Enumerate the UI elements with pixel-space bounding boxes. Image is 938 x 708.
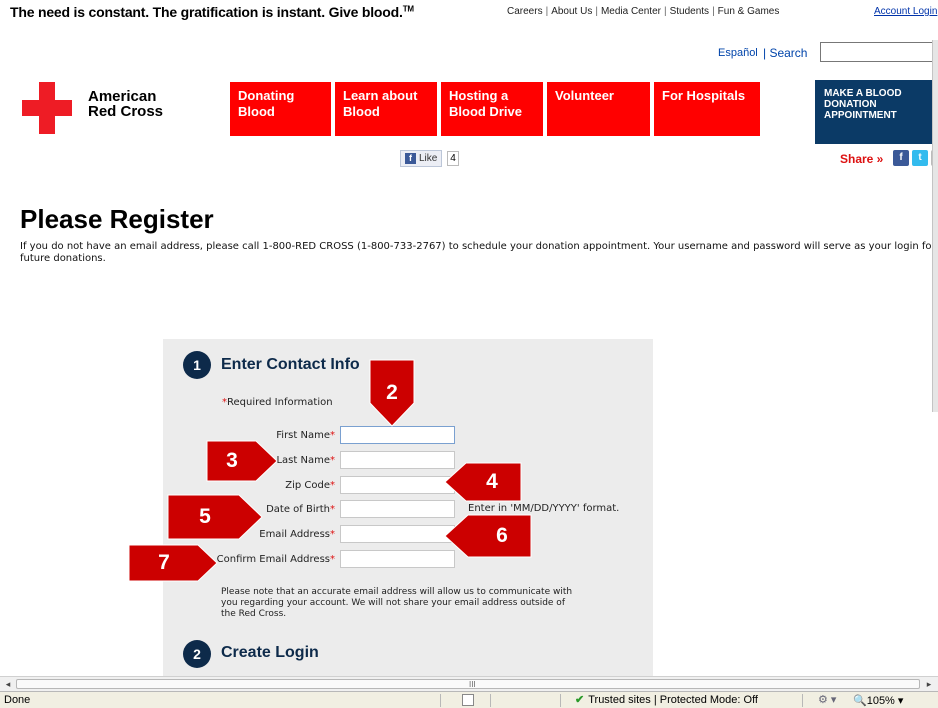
- confirm-email-label: Confirm Email Address*: [216, 554, 335, 565]
- search-link[interactable]: | Search: [763, 46, 807, 60]
- horizontal-scrollbar[interactable]: ◂ III ▸: [0, 676, 938, 691]
- share-label[interactable]: Share »: [840, 152, 883, 166]
- dob-format-hint: Enter in 'MM/DD/YYYY' format.: [468, 503, 620, 514]
- logo-text[interactable]: American Red Cross: [88, 89, 163, 119]
- step-2-title: Create Login: [221, 644, 319, 661]
- facebook-icon: f: [405, 153, 416, 164]
- last-name-input[interactable]: [340, 451, 455, 469]
- zip-code-label: Zip Code*: [285, 480, 335, 491]
- tagline: The need is constant. The gratification …: [10, 4, 414, 20]
- check-icon: ✔: [575, 694, 585, 706]
- top-link-fun-games[interactable]: Fun & Games: [718, 6, 780, 17]
- callout-2-arrow: 2: [369, 359, 415, 427]
- callout-7-arrow: 7: [128, 544, 218, 582]
- callout-4-arrow: 4: [444, 462, 522, 502]
- browser-window: The need is constant. The gratification …: [0, 0, 938, 708]
- scroll-left-icon[interactable]: ◂: [1, 678, 15, 690]
- zoom-level[interactable]: 🔍105% ▾: [853, 694, 903, 707]
- account-login-link[interactable]: Account Login: [874, 6, 937, 17]
- callout-5-arrow: 5: [167, 494, 263, 540]
- scroll-thumb[interactable]: III: [16, 679, 920, 689]
- first-name-input[interactable]: [340, 426, 455, 444]
- red-cross-logo-icon[interactable]: [22, 82, 72, 134]
- protected-mode-icon[interactable]: ⚙ ▾: [818, 693, 836, 706]
- last-name-label: Last Name*: [276, 455, 335, 466]
- scroll-right-icon[interactable]: ▸: [922, 678, 936, 690]
- main-nav: Donating Blood Learn about Blood Hosting a…: [230, 82, 760, 136]
- nav-learn-about-blood[interactable]: Learn about Blood: [335, 82, 441, 136]
- date-of-birth-label: Date of Birth*: [266, 504, 335, 515]
- confirm-email-input[interactable]: [340, 550, 455, 568]
- top-link-careers[interactable]: Careers: [507, 6, 543, 17]
- email-address-input[interactable]: [340, 525, 455, 543]
- top-link-students[interactable]: Students: [670, 6, 709, 17]
- search-input[interactable]: [820, 42, 938, 62]
- required-info: *Required Information: [222, 397, 333, 408]
- vertical-scrollbar[interactable]: [932, 40, 938, 412]
- make-appointment-button[interactable]: MAKE A BLOOD DONATION APPOINTMENT: [815, 80, 938, 144]
- top-link-about-us[interactable]: About Us: [551, 6, 592, 17]
- email-privacy-note: Please note that an accurate email addre…: [221, 587, 573, 619]
- email-address-label: Email Address*: [259, 529, 335, 540]
- status-text: Done: [4, 694, 31, 706]
- step-1-badge: 1: [183, 351, 211, 379]
- page-icon: [462, 694, 474, 706]
- step-1-title: Enter Contact Info: [221, 356, 360, 373]
- callout-3-arrow: 3: [206, 440, 278, 482]
- date-of-birth-input[interactable]: [340, 500, 455, 518]
- top-link-media-center[interactable]: Media Center: [601, 6, 661, 17]
- status-bar: Done ✔ Trusted sites | Protected Mode: Of…: [0, 691, 938, 708]
- nav-for-hospitals[interactable]: For Hospitals: [654, 82, 760, 136]
- security-zone[interactable]: ✔ Trusted sites | Protected Mode: Off: [575, 693, 758, 706]
- intro-text: If you do not have an email address, ple…: [20, 241, 936, 264]
- first-name-label: First Name*: [276, 430, 335, 441]
- nav-donating-blood[interactable]: Donating Blood: [230, 82, 335, 136]
- callout-6-arrow: 6: [444, 514, 532, 558]
- page-title: Please Register: [20, 204, 214, 234]
- facebook-like-button[interactable]: f Like: [400, 150, 443, 167]
- facebook-share-icon[interactable]: f: [893, 150, 909, 166]
- step-2-badge: 2: [183, 640, 211, 668]
- like-count: 4: [447, 151, 459, 166]
- nav-volunteer[interactable]: Volunteer: [547, 82, 654, 136]
- nav-hosting-blood-drive[interactable]: Hosting a Blood Drive: [441, 82, 547, 136]
- zip-code-input[interactable]: [340, 476, 455, 494]
- top-links: Careers | About Us | Media Center | Students | F…: [507, 6, 780, 17]
- twitter-share-icon[interactable]: t: [912, 150, 928, 166]
- espanol-link[interactable]: Español: [718, 47, 758, 59]
